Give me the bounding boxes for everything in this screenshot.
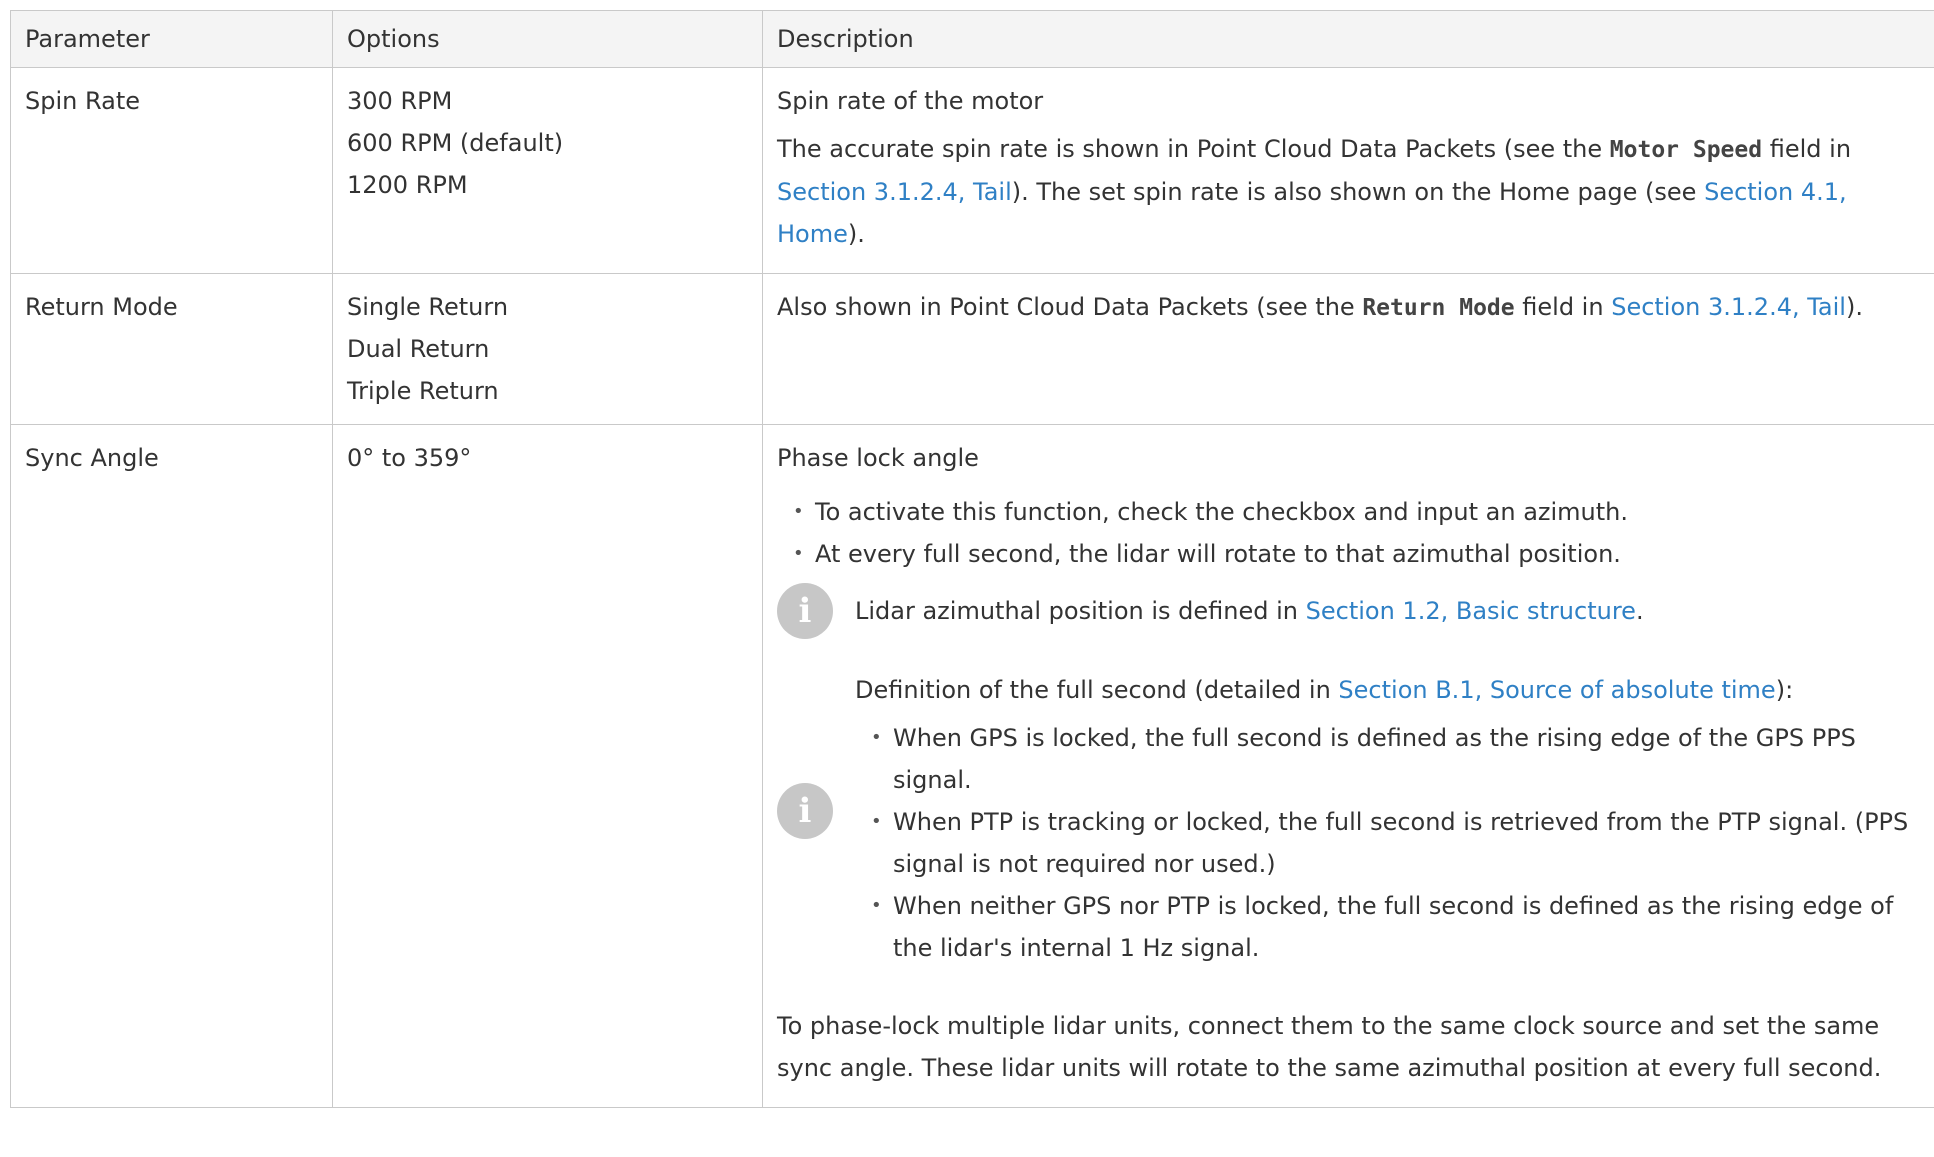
header-description: Description [762, 10, 1934, 68]
info-note: i Definition of the full second (detaile… [777, 645, 1920, 977]
options-spin-rate: 300 RPM 600 RPM (default) 1200 RPM [332, 67, 763, 274]
description-paragraph: The accurate spin rate is shown in Point… [777, 135, 1852, 248]
param-return-mode: Return Mode [10, 273, 333, 425]
option-item: 600 RPM (default) [347, 129, 564, 157]
info-note: i Lidar azimuthal position is defined in… [777, 583, 1920, 639]
header-parameter: Parameter [10, 10, 333, 68]
param-sync-angle: Sync Angle [10, 424, 333, 1108]
table-row-spin-rate: Spin Rate 300 RPM 600 RPM (default) 1200… [10, 67, 1934, 274]
parameter-table: Parameter Options Description Spin Rate … [10, 10, 1934, 1108]
link-section-3-1-2-4[interactable]: Section 3.1.2.4, Tail [1611, 293, 1846, 321]
table-row-sync-angle: Sync Angle 0° to 359° Phase lock angle T… [10, 424, 1934, 1108]
closing-paragraph: To phase-lock multiple lidar units, conn… [777, 1012, 1882, 1082]
link-section-3-1-2-4[interactable]: Section 3.1.2.4, Tail [777, 178, 1012, 206]
option-item: 0° to 359° [347, 444, 472, 472]
options-sync-angle: 0° to 359° [332, 424, 763, 1108]
list-item: When GPS is locked, the full second is d… [867, 717, 1920, 801]
info-note-body: Lidar azimuthal position is defined in S… [855, 597, 1644, 625]
option-item: Single Return [347, 293, 509, 321]
field-name-code: Motor Speed [1609, 137, 1763, 163]
list-item: At every full second, the lidar will rot… [789, 533, 1920, 575]
param-spin-rate: Spin Rate [10, 67, 333, 274]
option-item: Triple Return [347, 377, 499, 405]
info-icon: i [777, 583, 833, 639]
info-icon: i [777, 783, 833, 839]
description-paragraph: Also shown in Point Cloud Data Packets (… [777, 293, 1863, 321]
bullet-list: When GPS is locked, the full second is d… [855, 717, 1920, 969]
description-return-mode: Also shown in Point Cloud Data Packets (… [762, 273, 1934, 425]
link-section-b-1[interactable]: Section B.1, Source of absolute time [1338, 676, 1775, 704]
header-options: Options [332, 10, 763, 68]
options-return-mode: Single Return Dual Return Triple Return [332, 273, 763, 425]
description-title: Spin rate of the motor [777, 87, 1044, 115]
table-row-return-mode: Return Mode Single Return Dual Return Tr… [10, 273, 1934, 425]
option-item: 300 RPM [347, 87, 453, 115]
link-section-1-2[interactable]: Section 1.2, Basic structure [1306, 597, 1636, 625]
note-intro: Definition of the full second (detailed … [855, 676, 1794, 704]
description-spin-rate: Spin rate of the motor The accurate spin… [762, 67, 1934, 274]
info-note-body: Definition of the full second (detailed … [855, 645, 1920, 977]
option-item: 1200 RPM [347, 171, 468, 199]
parameter-table-container: Parameter Options Description Spin Rate … [10, 10, 1934, 1108]
list-item: When PTP is tracking or locked, the full… [867, 801, 1920, 885]
field-name-code: Return Mode [1362, 295, 1515, 321]
description-sync-angle: Phase lock angle To activate this functi… [762, 424, 1934, 1108]
option-item: Dual Return [347, 335, 490, 363]
bullet-list: To activate this function, check the che… [777, 491, 1920, 575]
description-title: Phase lock angle [777, 444, 979, 472]
list-item: To activate this function, check the che… [789, 491, 1920, 533]
table-header-row: Parameter Options Description [10, 10, 1934, 68]
list-item: When neither GPS nor PTP is locked, the … [867, 885, 1920, 969]
